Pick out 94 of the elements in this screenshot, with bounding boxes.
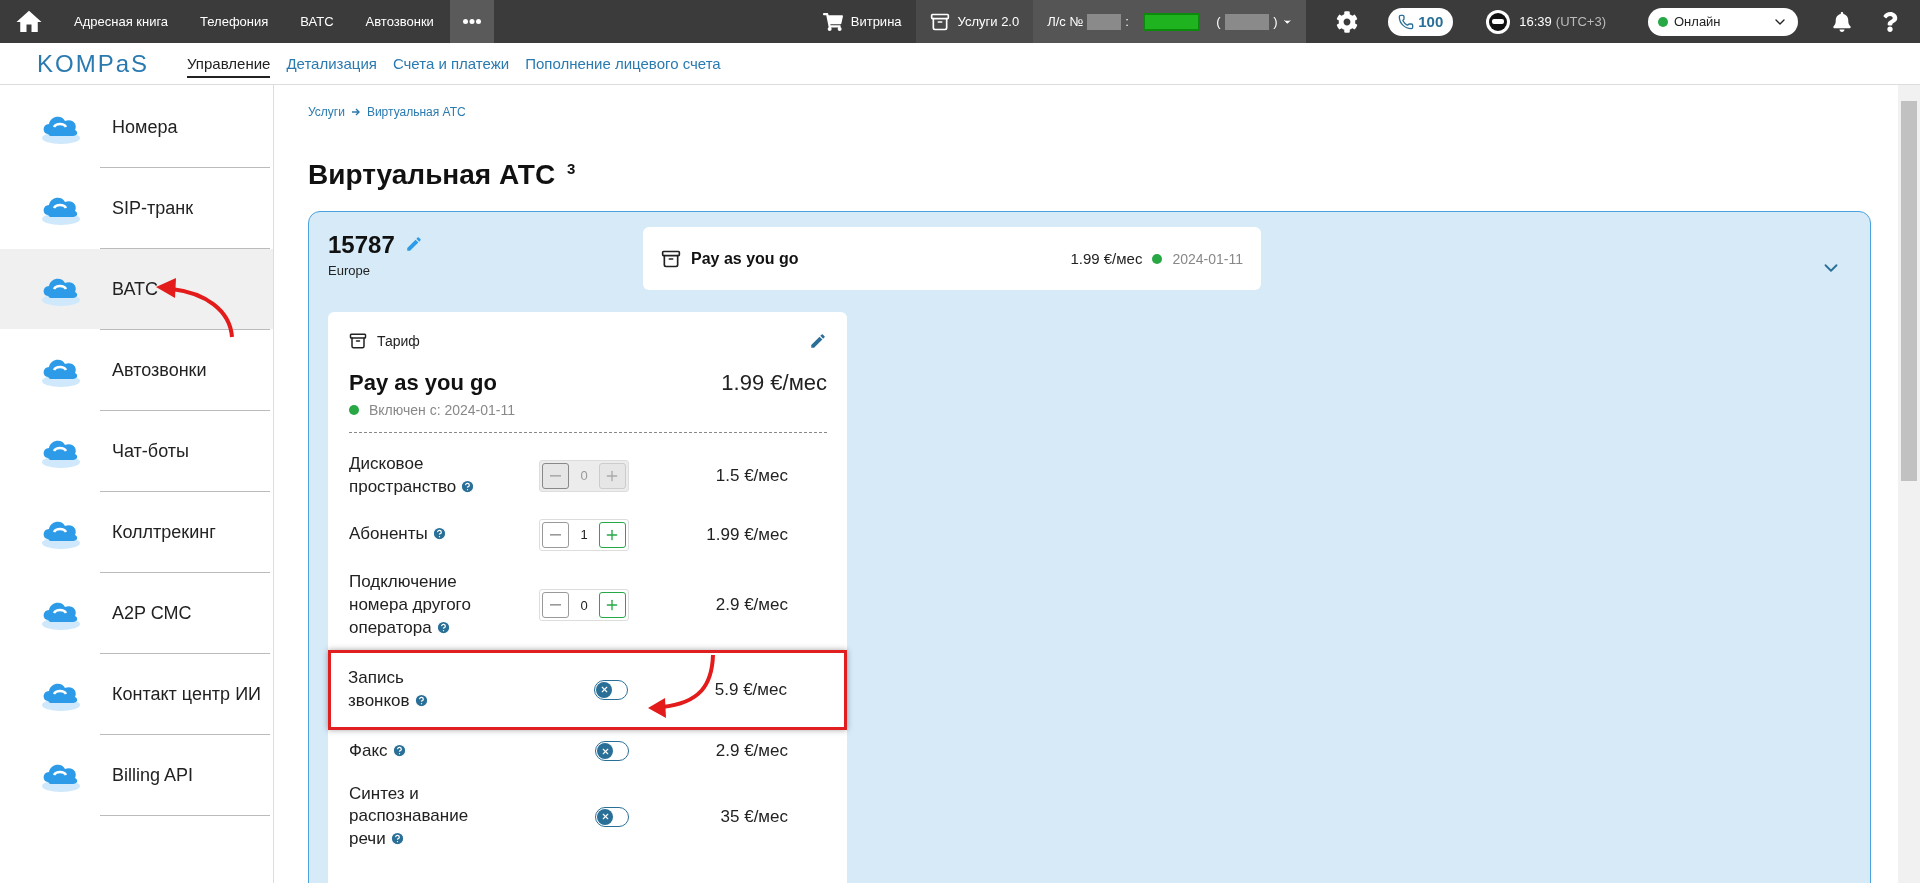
quantity-stepper[interactable]: 1	[539, 518, 629, 551]
sidebar-item[interactable]: Чат-боты	[0, 411, 273, 491]
scrollbar-thumb[interactable]	[1901, 101, 1917, 481]
tariff-date: 2024-01-11	[1172, 250, 1243, 267]
sidebar-item[interactable]: Контакт центр ИИ	[0, 654, 273, 734]
toggle-switch[interactable]	[594, 679, 628, 700]
toggle-switch[interactable]	[595, 741, 629, 762]
breadcrumb-link[interactable]: Виртуальная АТС	[366, 105, 466, 119]
option-price: 1.99 €/мес	[705, 524, 788, 545]
quantity-value: 1	[580, 527, 588, 543]
services-icon[interactable]	[929, 11, 950, 32]
services-link[interactable]: Услуги 2.0	[957, 14, 1020, 29]
logo: KOMPaS	[37, 49, 151, 78]
minus-icon	[550, 474, 561, 477]
option-label: Синтез и распознавание речи	[349, 782, 470, 851]
calls-counter[interactable]: 100	[1388, 7, 1454, 36]
quantity-value: 0	[580, 597, 588, 613]
tariff-heading: Тариф	[377, 333, 421, 349]
option-label: Подключение номера другого оператора	[349, 570, 472, 639]
option-label: Абоненты	[349, 523, 539, 547]
decrement-button[interactable]	[542, 592, 569, 619]
help-icon[interactable]	[389, 831, 405, 847]
timezone: (UTC+3)	[1555, 14, 1606, 29]
option-label: Факс	[349, 739, 539, 763]
increment-button[interactable]	[599, 592, 626, 619]
sidebar-item[interactable]: ВАТС	[0, 249, 273, 329]
sidebar-item[interactable]: Номера	[0, 87, 273, 167]
phone-icon	[1398, 13, 1415, 30]
nav-link[interactable]: Адресная книга	[58, 14, 185, 29]
minus-icon	[550, 604, 561, 607]
x-icon	[600, 812, 610, 822]
option-price: 1.5 €/мес	[714, 465, 788, 486]
page-title: Виртуальная АТС $^{3}$	[308, 159, 577, 191]
nav-tab[interactable]: Пополнение лицевого счета	[525, 49, 721, 78]
x-icon	[599, 685, 609, 695]
redaction-block	[1142, 12, 1201, 31]
nav-tab[interactable]: Детализация	[286, 49, 377, 78]
nav-link[interactable]: Автозвонки	[349, 14, 450, 29]
account-label: Л/с №	[1047, 14, 1084, 29]
sidebar-item[interactable]: Billing API	[0, 735, 273, 815]
settings-icon[interactable]	[1336, 10, 1359, 33]
account-paren: (	[1216, 14, 1221, 29]
box-icon	[349, 332, 367, 350]
account-paren: )	[1273, 14, 1278, 29]
box-icon	[661, 248, 681, 269]
option-price: 35 €/мес	[719, 806, 788, 827]
status-dot	[1152, 253, 1163, 264]
breadcrumb-link[interactable]: Услуги	[308, 105, 345, 119]
region-label: Europe	[328, 263, 371, 278]
option-label: Запись звонков	[348, 666, 538, 713]
tariff-status: Включен с: 2024-01-11	[369, 402, 516, 418]
status-dot	[349, 405, 359, 415]
quantity-stepper[interactable]: 0	[539, 589, 629, 622]
tariff-name: Pay as you go	[691, 249, 800, 268]
sidebar-item[interactable]: A2P СМС	[0, 573, 273, 653]
cart-icon[interactable]	[822, 11, 843, 32]
sidebar-item[interactable]: SIP-транк	[0, 168, 273, 248]
nav-link[interactable]: ВАТС	[284, 14, 350, 29]
quantity-value: 0	[580, 468, 588, 484]
decrement-button[interactable]	[542, 521, 569, 548]
help-icon[interactable]	[431, 526, 447, 542]
arrow-icon	[350, 107, 361, 117]
status-dot	[1658, 16, 1668, 27]
tariff-name: Pay as you go	[349, 370, 497, 396]
account-separator: :	[1125, 14, 1129, 29]
option-price: 2.9 €/мес	[714, 595, 788, 616]
status-dropdown[interactable]: Онлайн	[1648, 7, 1798, 36]
option-label: Дисковое пространство	[349, 453, 539, 499]
pbx-number: 15787	[328, 231, 395, 258]
nav-tab[interactable]: Счета и платежи	[392, 49, 510, 78]
annotation-arrow	[648, 654, 715, 718]
tariff-price: 1.99 €/мес	[721, 370, 827, 396]
option-price: 5.9 €/мес	[713, 679, 787, 700]
nav-tab[interactable]: Управление	[187, 49, 271, 78]
toggle-switch[interactable]	[595, 806, 629, 827]
sidebar-item[interactable]: Коллтрекинг	[0, 492, 273, 572]
redaction-block	[1087, 13, 1122, 30]
increment-button[interactable]	[599, 521, 626, 548]
clock-time: 16:39	[1519, 14, 1552, 29]
minus-icon	[550, 533, 561, 536]
x-icon	[600, 746, 610, 756]
sidebar-item[interactable]: Автозвонки	[0, 330, 273, 410]
ellipsis-icon	[462, 19, 481, 24]
tariff-price: 1.99 €/мес	[1070, 250, 1143, 267]
edit-icon[interactable]	[809, 332, 827, 350]
redaction-block	[1224, 13, 1270, 30]
help-icon[interactable]	[435, 619, 451, 635]
help-icon[interactable]	[413, 692, 429, 708]
option-price: 2.9 €/мес	[714, 741, 788, 762]
help-icon[interactable]	[391, 742, 407, 758]
nav-link[interactable]: Телефония	[184, 14, 285, 29]
notifications-icon[interactable]	[1832, 11, 1852, 32]
more-button[interactable]	[449, 0, 494, 43]
showcase-link[interactable]: Витрина	[850, 14, 902, 29]
